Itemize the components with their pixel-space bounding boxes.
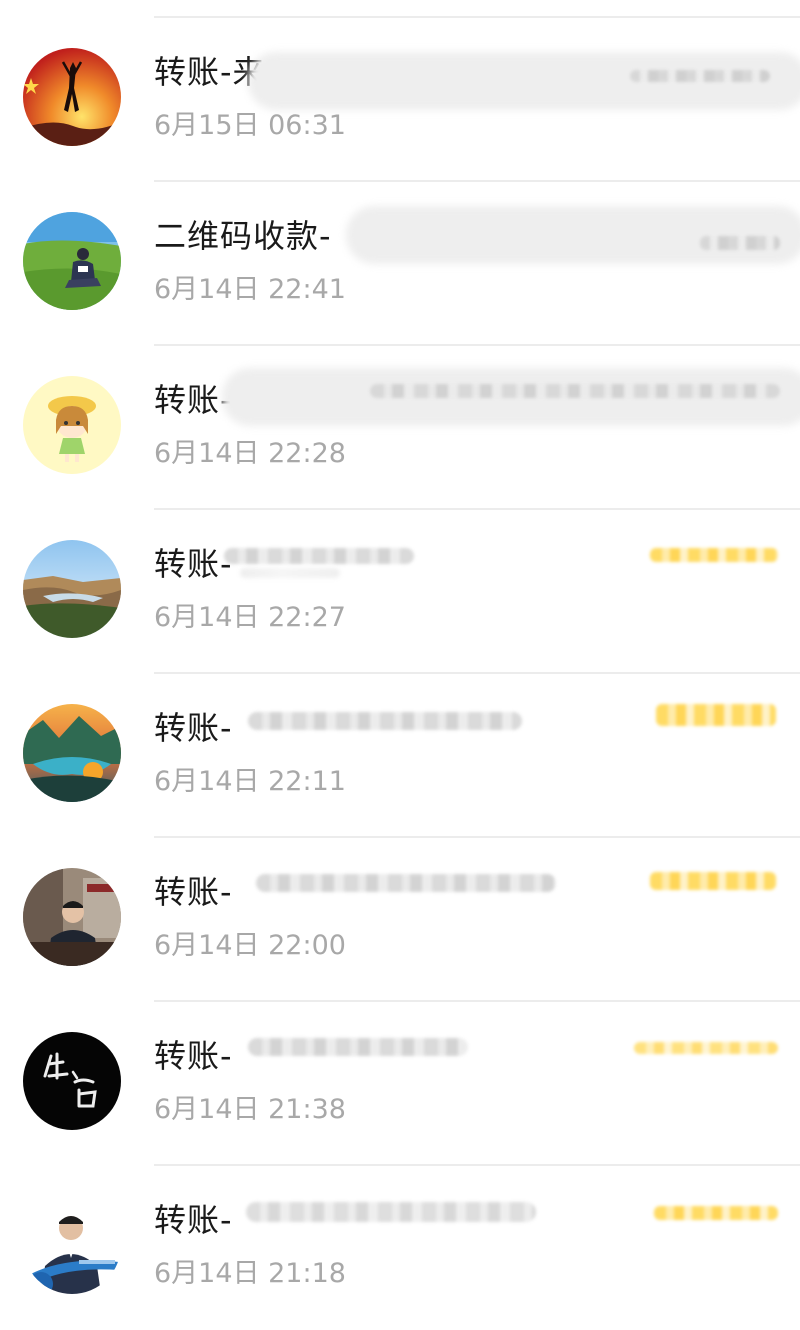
grassland-person-avatar (23, 212, 121, 310)
amount-blur (370, 384, 780, 398)
transaction-row[interactable]: 转账- 6月14日 22:00 (0, 838, 800, 1002)
flag-dancer-avatar (23, 48, 121, 146)
privacy-blur (346, 206, 800, 264)
amount-blur (650, 548, 778, 562)
privacy-blur (248, 712, 522, 730)
transaction-title: 转账- (154, 709, 233, 747)
privacy-blur (248, 1038, 468, 1056)
transaction-title: 二维码收款- (154, 217, 332, 255)
transaction-row[interactable]: 转账- 6月14日 22:28 (0, 346, 800, 510)
amount-blur (650, 872, 776, 890)
transaction-time: 6月14日 22:11 (154, 766, 346, 797)
transaction-time: 6月14日 22:27 (154, 602, 346, 633)
transaction-list: 转账-来 6月15日 06:31 二维码收款- 6月14日 22:41 转账- … (0, 18, 800, 1330)
fantasy-landscape-avatar (23, 704, 121, 802)
amount-blur (634, 1042, 778, 1054)
transaction-time: 6月15日 06:31 (154, 110, 346, 141)
transaction-row[interactable]: 转账- 6月14日 21:18 (0, 1166, 800, 1330)
canyon-landscape-avatar (23, 540, 121, 638)
transaction-time: 6月14日 22:28 (154, 438, 346, 469)
transaction-title: 转账- (154, 873, 233, 911)
transaction-time: 6月14日 22:41 (154, 274, 346, 305)
amount-blur (656, 704, 776, 726)
transaction-time: 6月14日 21:38 (154, 1094, 346, 1125)
cartoon-girl-avatar (23, 376, 121, 474)
privacy-blur (224, 548, 414, 564)
privacy-blur (240, 568, 340, 578)
calligraphy-avatar (23, 1032, 121, 1130)
transaction-row[interactable]: 转账- 6月14日 21:38 (0, 1002, 800, 1166)
amount-blur (700, 236, 780, 250)
man-in-office-avatar (23, 868, 121, 966)
transaction-title: 转账- (154, 545, 233, 583)
amount-blur (654, 1206, 778, 1220)
transaction-time: 6月14日 21:18 (154, 1258, 346, 1289)
transaction-time: 6月14日 22:00 (154, 930, 346, 961)
transaction-row[interactable]: 转账- 6月14日 22:27 (0, 510, 800, 674)
transaction-title: 转账- (154, 1201, 233, 1239)
businessman-avatar (23, 1196, 121, 1294)
privacy-blur (256, 874, 556, 892)
transaction-row[interactable]: 转账- 6月14日 22:11 (0, 674, 800, 838)
transaction-title: 转账- (154, 381, 233, 419)
amount-blur (630, 70, 770, 82)
transaction-row[interactable]: 二维码收款- 6月14日 22:41 (0, 182, 800, 346)
privacy-blur (246, 1202, 536, 1222)
transaction-title: 转账- (154, 1037, 233, 1075)
transaction-row[interactable]: 转账-来 6月15日 06:31 (0, 18, 800, 182)
